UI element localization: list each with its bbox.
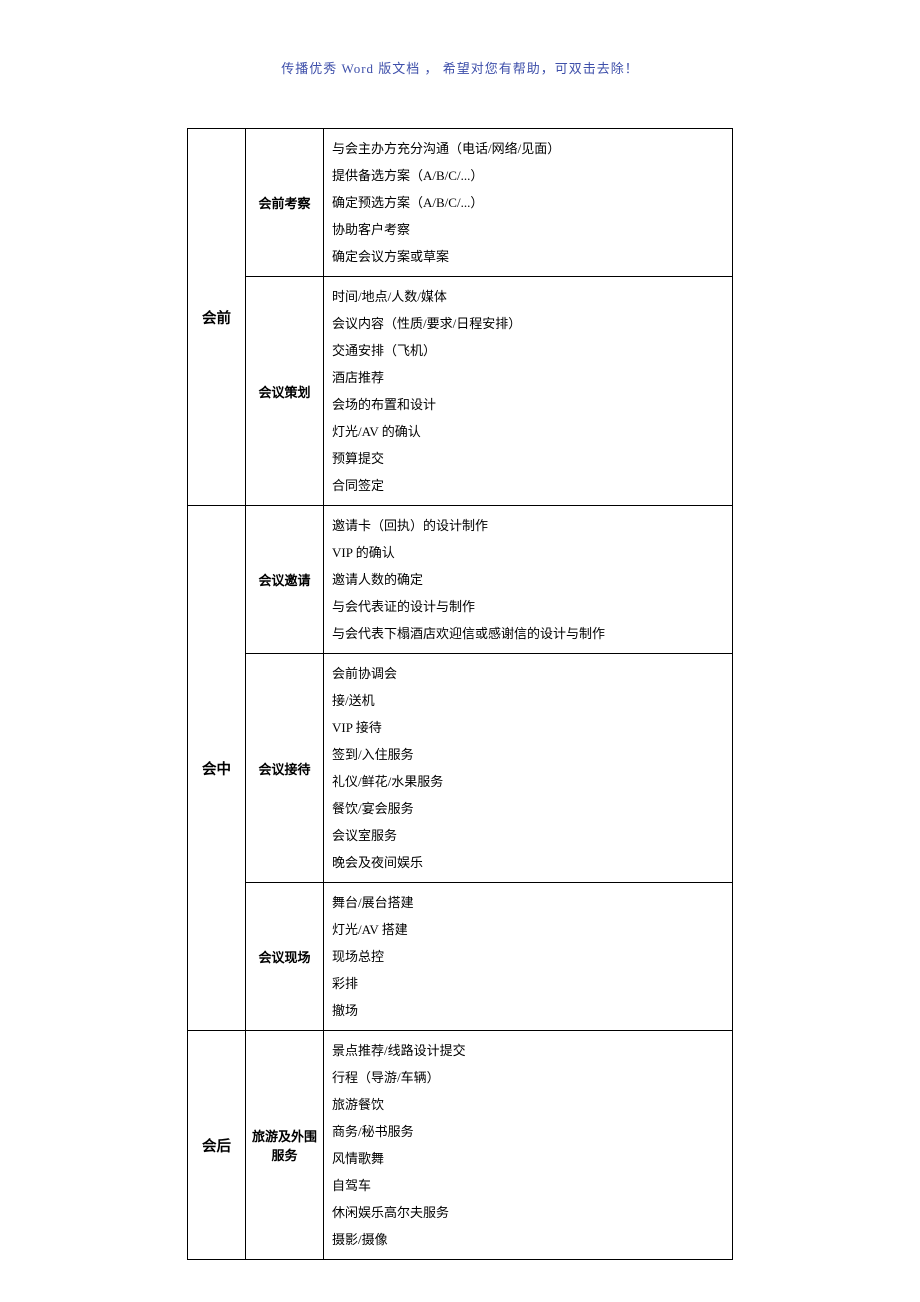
table-container: 会前会前考察与会主办方充分沟通（电话/网络/见面）提供备选方案（A/B/C/..… bbox=[187, 128, 733, 1260]
list-item: 旅游餐饮 bbox=[332, 1091, 724, 1118]
list-item: 彩排 bbox=[332, 970, 724, 997]
meeting-phases-table: 会前会前考察与会主办方充分沟通（电话/网络/见面）提供备选方案（A/B/C/..… bbox=[187, 128, 733, 1260]
category-cell: 会前考察 bbox=[246, 129, 324, 277]
category-cell: 会议策划 bbox=[246, 277, 324, 506]
list-item: 签到/入住服务 bbox=[332, 741, 724, 768]
list-item: 舞台/展台搭建 bbox=[332, 889, 724, 916]
items-cell: 会前协调会接/送机VIP 接待签到/入住服务礼仪/鲜花/水果服务餐饮/宴会服务会… bbox=[324, 654, 733, 883]
list-item: 邀请卡（回执）的设计制作 bbox=[332, 512, 724, 539]
list-item: 会议内容（性质/要求/日程安排） bbox=[332, 310, 724, 337]
list-item: 餐饮/宴会服务 bbox=[332, 795, 724, 822]
list-item: 行程（导游/车辆） bbox=[332, 1064, 724, 1091]
list-item: 与会代表证的设计与制作 bbox=[332, 593, 724, 620]
list-item: 摄影/摄像 bbox=[332, 1226, 724, 1253]
list-item: VIP 的确认 bbox=[332, 539, 724, 566]
list-item: 礼仪/鲜花/水果服务 bbox=[332, 768, 724, 795]
list-item: 合同签定 bbox=[332, 472, 724, 499]
phase-cell: 会前 bbox=[188, 129, 246, 506]
items-cell: 与会主办方充分沟通（电话/网络/见面）提供备选方案（A/B/C/...）确定预选… bbox=[324, 129, 733, 277]
list-item: 确定预选方案（A/B/C/...） bbox=[332, 189, 724, 216]
phase-cell: 会中 bbox=[188, 506, 246, 1031]
list-item: 自驾车 bbox=[332, 1172, 724, 1199]
items-cell: 时间/地点/人数/媒体会议内容（性质/要求/日程安排）交通安排（飞机）酒店推荐会… bbox=[324, 277, 733, 506]
list-item: 撤场 bbox=[332, 997, 724, 1024]
list-item: 会议室服务 bbox=[332, 822, 724, 849]
list-item: 与会代表下榻酒店欢迎信或感谢信的设计与制作 bbox=[332, 620, 724, 647]
phase-cell: 会后 bbox=[188, 1031, 246, 1260]
list-item: 酒店推荐 bbox=[332, 364, 724, 391]
list-item: 预算提交 bbox=[332, 445, 724, 472]
items-cell: 景点推荐/线路设计提交行程（导游/车辆）旅游餐饮商务/秘书服务风情歌舞自驾车休闲… bbox=[324, 1031, 733, 1260]
list-item: 协助客户考察 bbox=[332, 216, 724, 243]
list-item: 灯光/AV 的确认 bbox=[332, 418, 724, 445]
list-item: 现场总控 bbox=[332, 943, 724, 970]
list-item: 晚会及夜间娱乐 bbox=[332, 849, 724, 876]
list-item: 时间/地点/人数/媒体 bbox=[332, 283, 724, 310]
page-header: 传播优秀 Word 版文档 ， 希望对您有帮助，可双击去除！ bbox=[0, 0, 920, 77]
list-item: VIP 接待 bbox=[332, 714, 724, 741]
list-item: 商务/秘书服务 bbox=[332, 1118, 724, 1145]
list-item: 与会主办方充分沟通（电话/网络/见面） bbox=[332, 135, 724, 162]
items-cell: 舞台/展台搭建灯光/AV 搭建现场总控彩排撤场 bbox=[324, 883, 733, 1031]
list-item: 灯光/AV 搭建 bbox=[332, 916, 724, 943]
list-item: 接/送机 bbox=[332, 687, 724, 714]
list-item: 会场的布置和设计 bbox=[332, 391, 724, 418]
list-item: 景点推荐/线路设计提交 bbox=[332, 1037, 724, 1064]
category-cell: 会议邀请 bbox=[246, 506, 324, 654]
list-item: 邀请人数的确定 bbox=[332, 566, 724, 593]
list-item: 风情歌舞 bbox=[332, 1145, 724, 1172]
list-item: 休闲娱乐高尔夫服务 bbox=[332, 1199, 724, 1226]
list-item: 交通安排（飞机） bbox=[332, 337, 724, 364]
category-cell: 旅游及外围服务 bbox=[246, 1031, 324, 1260]
category-cell: 会议接待 bbox=[246, 654, 324, 883]
list-item: 确定会议方案或草案 bbox=[332, 243, 724, 270]
list-item: 会前协调会 bbox=[332, 660, 724, 687]
list-item: 提供备选方案（A/B/C/...） bbox=[332, 162, 724, 189]
category-cell: 会议现场 bbox=[246, 883, 324, 1031]
items-cell: 邀请卡（回执）的设计制作VIP 的确认邀请人数的确定与会代表证的设计与制作与会代… bbox=[324, 506, 733, 654]
